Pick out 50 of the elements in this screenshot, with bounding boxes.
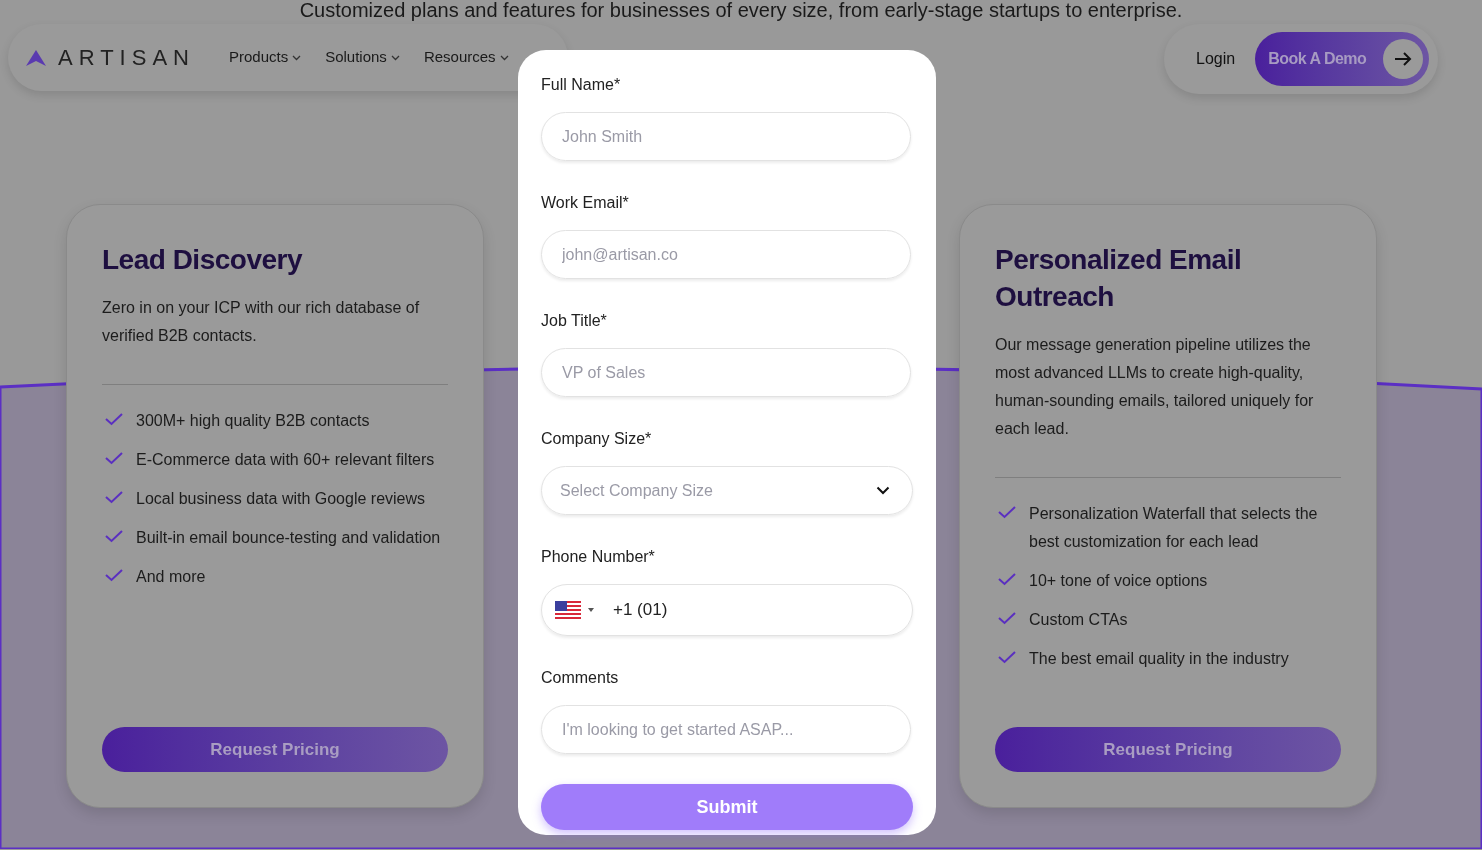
check-icon — [998, 651, 1016, 664]
card-description: Zero in on your ICP with our rich database of verified B2B contacts. — [102, 298, 421, 346]
headline: Customized plans and features for businesses of every size, from early-stage startups to enterprise. — [298, 0, 1184, 21]
login-link[interactable]: Login — [1196, 47, 1236, 71]
request-pricing-button[interactable]: Request Pricing — [995, 727, 1341, 772]
check-icon — [998, 506, 1016, 519]
check-icon — [105, 530, 123, 543]
check-icon — [998, 612, 1016, 625]
feature-text: 10+ tone of voice options — [1029, 571, 1208, 591]
nav-menu-item[interactable]: Resources — [423, 46, 509, 69]
field-label: Job Title* — [541, 311, 608, 331]
logo-icon — [26, 49, 46, 66]
feature-text: E-Commerce data with 60+ relevant filters — [136, 450, 435, 470]
chevron-down-icon — [390, 54, 400, 61]
field-label: Full Name* — [541, 75, 622, 95]
card-description: Our message generation pipeline utilizes the most advanced LLMs to create high-quality, human-sounding emails, tailored uniquely for each lead. — [995, 335, 1315, 439]
input-field[interactable]: VP of Sales — [541, 348, 911, 397]
field-label: Phone Number* — [541, 547, 656, 567]
arrow-right-icon — [1383, 39, 1424, 79]
chevron-down-icon — [499, 54, 509, 61]
feature-text: And more — [136, 567, 206, 587]
field-label: Comments — [541, 668, 620, 688]
logo-text: ARTISAN — [58, 44, 195, 72]
request-pricing-button[interactable]: Request Pricing — [102, 727, 448, 772]
input-field[interactable]: I'm looking to get started ASAP... — [541, 705, 911, 754]
submit-button[interactable]: Submit — [541, 784, 913, 830]
feature-text: Custom CTAs — [1029, 610, 1128, 630]
field-label: Work Email* — [541, 193, 630, 213]
field-label: Company Size* — [541, 429, 653, 449]
feature-text: Personalization Waterfall that selects the best customization for each lead — [1029, 504, 1319, 552]
chevron-down-icon — [876, 486, 890, 495]
check-icon — [998, 573, 1016, 586]
input-field[interactable]: John Smith — [541, 112, 911, 161]
check-icon — [105, 413, 123, 426]
input-field[interactable]: john@artisan.co — [541, 230, 911, 279]
feature-text: Local business data with Google reviews — [136, 489, 426, 509]
book-demo-button[interactable]: Book A Demo — [1255, 32, 1430, 86]
nav-menu-item[interactable]: Solutions — [325, 46, 400, 69]
chevron-down-icon — [292, 54, 302, 61]
feature-text: 300M+ high quality B2B contacts — [136, 411, 370, 431]
check-icon — [105, 452, 123, 465]
check-icon — [105, 491, 123, 504]
flag-icon — [555, 601, 581, 619]
feature-text: The best email quality in the industry — [1029, 649, 1289, 669]
check-icon — [105, 569, 123, 582]
caret-icon — [588, 608, 594, 612]
feature-text: Built-in email bounce-testing and validation — [136, 528, 441, 548]
nav-menu-item[interactable]: Products — [228, 46, 302, 69]
card-title: Lead Discovery — [102, 243, 304, 277]
card-title: Personalized Email Outreach — [995, 243, 1243, 314]
